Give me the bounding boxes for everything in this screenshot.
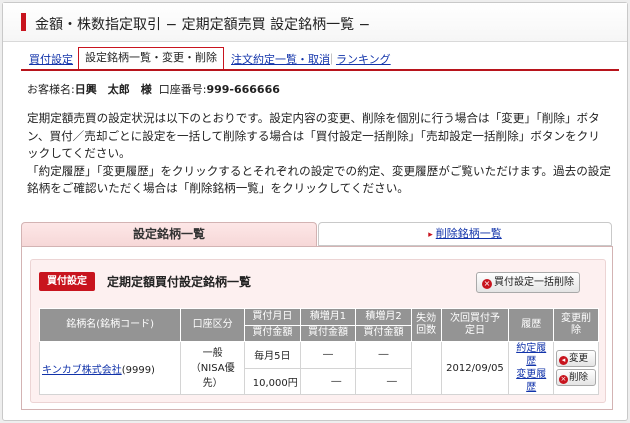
change-label: 変更 xyxy=(568,353,588,364)
page-header: 金額・株数指定取引 − 定期定額売買 設定銘柄一覧 − xyxy=(3,3,627,42)
table-row: キンカブ株式会社(9999) 一般 （NISA優先） 毎月5日 ― ― 2012… xyxy=(38,341,600,395)
account-type-nisa: （NISA優先） xyxy=(190,362,235,389)
modify-delete-cell: ◂ 変更 × 削除 xyxy=(552,341,600,395)
description-paragraph: 「約定履歴」「変更履歴」をクリックするとそれぞれの設定での約定、変更履歴がご覧い… xyxy=(27,163,611,196)
customer-name: 日興 太郎 様 xyxy=(74,83,152,96)
delete-button[interactable]: × 削除 xyxy=(555,369,596,386)
col-header-amount: 買付金額 xyxy=(243,324,301,342)
col-header-increase1: 積増月1 xyxy=(299,308,357,326)
nav-tabs: 買付設定 設定銘柄一覧・変更・削除 注文約定一覧・取消 ｜ ランキング xyxy=(21,47,619,71)
tab-current-settings[interactable]: 設定銘柄一覧 xyxy=(21,222,317,247)
buy-settings-box: 買付設定 定期定額買付設定銘柄一覧 × 買付設定一括削除 銘柄名(銘柄コード) 口… xyxy=(30,259,606,403)
description-text: 定期定額売買の設定状況は以下のとおりです。設定内容の変更、削除を個別に行う場合は… xyxy=(27,110,611,198)
col-header-history: 履歴 xyxy=(508,308,554,342)
customer-name-label: お客様名: xyxy=(27,83,75,96)
title-accent-bar xyxy=(21,13,26,31)
change-icon: ◂ xyxy=(558,356,568,365)
col-header-amount: 買付金額 xyxy=(299,324,357,342)
delete-x-icon: × xyxy=(558,375,568,384)
history-cell: 約定履歴 変更履歴 xyxy=(508,341,554,395)
col-header-buy-day: 買付月日 xyxy=(243,308,301,326)
tab-buy-settings[interactable]: 買付設定 xyxy=(29,51,73,67)
deleted-stocks-link[interactable]: 削除銘柄一覧 xyxy=(436,227,502,240)
tab-order-list[interactable]: 注文約定一覧・取消 xyxy=(231,51,330,67)
stock-cell: キンカブ株式会社(9999) xyxy=(38,341,182,395)
account-info: お客様名:日興 太郎 様 口座番号:999-666666 xyxy=(27,81,280,97)
increase1-month-cell: ― xyxy=(299,341,357,369)
settings-panel: 買付設定 定期定額買付設定銘柄一覧 × 買付設定一括削除 銘柄名(銘柄コード) 口… xyxy=(21,246,613,410)
account-type: 一般 xyxy=(202,347,223,359)
main-frame: 金額・株数指定取引 − 定期定額売買 設定銘柄一覧 − 買付設定 設定銘柄一覧・… xyxy=(2,2,628,421)
buy-settings-badge: 買付設定 xyxy=(39,272,95,291)
next-buy-date-cell: 2012/09/05 xyxy=(440,341,510,395)
col-header-next-buy: 次回買付予定日 xyxy=(440,308,510,342)
stock-code: (9999) xyxy=(121,364,155,376)
increase1-amount-cell: ― xyxy=(299,367,357,395)
triangle-right-icon: ▸ xyxy=(428,230,433,240)
settings-table: 銘柄名(銘柄コード) 口座区分 買付月日 積増月1 積増月2 失効回数 次回買付… xyxy=(38,308,600,395)
expired-count-cell xyxy=(410,341,442,395)
tab-settings-list[interactable]: 設定銘柄一覧・変更・削除 xyxy=(78,47,224,69)
bulk-delete-label: 買付設定一括削除 xyxy=(494,277,574,288)
section-tabs: 設定銘柄一覧 ▸ 削除銘柄一覧 xyxy=(21,222,612,247)
buy-day-cell: 毎月5日 xyxy=(243,341,301,369)
execution-history-link[interactable]: 約定履歴 xyxy=(511,342,551,368)
amount-cell: 10,000円 xyxy=(243,367,301,395)
increase2-amount-cell: ― xyxy=(355,367,412,395)
col-header-increase2: 積増月2 xyxy=(355,308,412,326)
page-title: 金額・株数指定取引 − 定期定額売買 設定銘柄一覧 − xyxy=(35,17,371,33)
col-header-modify-delete: 変更削除 xyxy=(552,308,600,342)
stock-name-link[interactable]: キンカブ株式会社 xyxy=(42,365,122,376)
col-header-account-type: 口座区分 xyxy=(180,308,245,342)
account-number-label: 口座番号: xyxy=(158,83,207,96)
col-header-stock: 銘柄名(銘柄コード) xyxy=(38,308,182,342)
change-button[interactable]: ◂ 変更 xyxy=(555,350,596,367)
description-paragraph: 定期定額売買の設定状況は以下のとおりです。設定内容の変更、削除を個別に行う場合は… xyxy=(27,111,600,161)
tab-deleted-stocks[interactable]: ▸ 削除銘柄一覧 xyxy=(318,222,612,246)
change-history-link[interactable]: 変更履歴 xyxy=(511,368,551,394)
col-header-amount: 買付金額 xyxy=(355,324,412,342)
col-header-expired: 失効回数 xyxy=(410,308,442,342)
tab-ranking[interactable]: ランキング xyxy=(336,51,391,67)
account-number: 999-666666 xyxy=(206,83,280,96)
panel-title: 定期定額買付設定銘柄一覧 xyxy=(107,275,252,289)
account-type-cell: 一般 （NISA優先） xyxy=(180,341,245,395)
increase2-month-cell: ― xyxy=(355,341,412,369)
delete-x-icon: × xyxy=(482,279,492,289)
bulk-delete-button[interactable]: × 買付設定一括削除 xyxy=(476,272,580,293)
delete-label: 削除 xyxy=(568,372,588,383)
